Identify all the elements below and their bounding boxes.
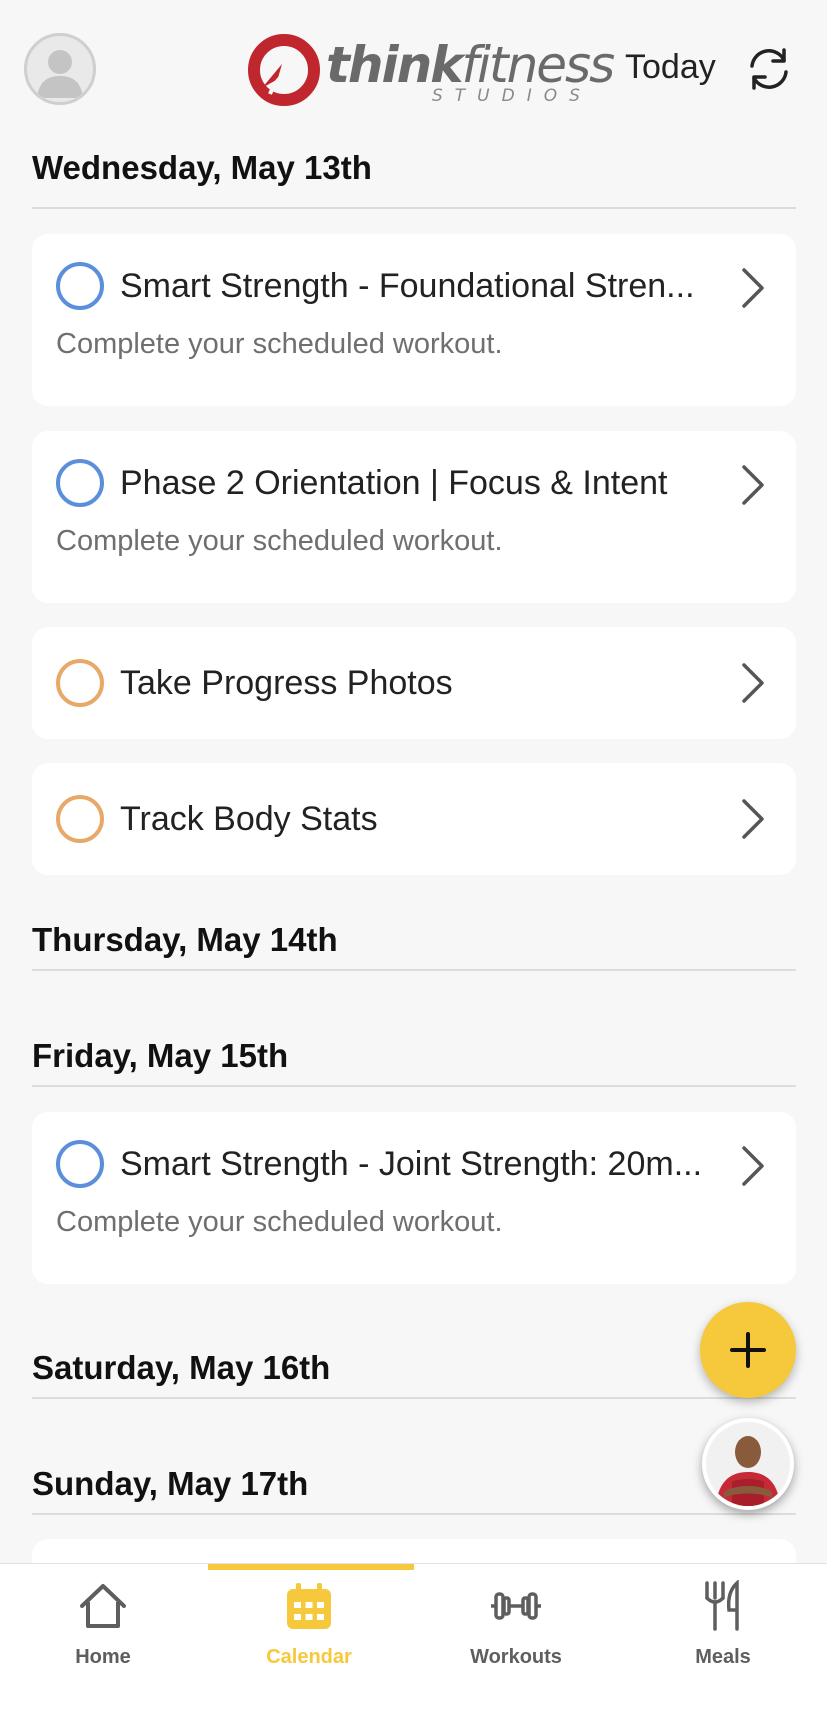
workout-card[interactable]: Phase 2 Orientation | Focus & Intent Com…: [32, 431, 796, 603]
day-title: Wednesday, May 13th: [32, 149, 372, 186]
fork-knife-icon: [705, 1580, 739, 1631]
workout-card[interactable]: Smart Strength - Joint Strength: 20m... …: [32, 1112, 796, 1284]
active-tab-indicator: [208, 1564, 414, 1570]
logo-mark-icon: [248, 34, 320, 106]
card-title: Take Progress Photos: [120, 664, 453, 702]
calendar-icon: [287, 1583, 331, 1629]
app-header: thinkfitness STUDIOS Today: [0, 0, 827, 135]
chevron-right-icon: [742, 799, 764, 839]
day-header: Sunday, May 17th: [32, 1439, 796, 1515]
today-button[interactable]: Today: [625, 48, 716, 87]
day-header: Thursday, May 14th: [32, 895, 796, 971]
dumbbell-icon: [491, 1592, 541, 1620]
brand-logo: thinkfitness STUDIOS: [248, 30, 615, 110]
day-header: Wednesday, May 13th: [32, 135, 796, 209]
workout-card[interactable]: Smart Strength - Foundational Stren... C…: [32, 234, 796, 406]
add-button[interactable]: [700, 1302, 796, 1398]
bottom-tab-bar: Home Calendar Workouts Meals: [0, 1563, 827, 1719]
day-title: Friday, May 15th: [32, 1037, 289, 1074]
coach-avatar-image: [706, 1422, 790, 1506]
status-ring-icon[interactable]: [56, 795, 104, 843]
card-subtitle: Complete your scheduled workout.: [56, 525, 503, 557]
tab-workouts[interactable]: Workouts: [413, 1564, 619, 1719]
plus-icon: [730, 1332, 766, 1368]
chevron-right-icon: [742, 465, 764, 505]
day-title: Saturday, May 16th: [32, 1349, 331, 1386]
tab-label: Meals: [695, 1646, 751, 1668]
tab-home[interactable]: Home: [0, 1564, 206, 1719]
profile-avatar[interactable]: [24, 33, 96, 105]
day-header: Friday, May 15th: [32, 1011, 796, 1087]
status-ring-icon[interactable]: [56, 1140, 104, 1188]
tab-label: Calendar: [266, 1646, 352, 1668]
chevron-right-icon: [742, 663, 764, 703]
status-ring-icon[interactable]: [56, 262, 104, 310]
user-avatar-icon: [37, 50, 83, 98]
status-ring-icon[interactable]: [56, 659, 104, 707]
day-title: Sunday, May 17th: [32, 1465, 309, 1502]
chevron-right-icon: [742, 268, 764, 308]
refresh-icon[interactable]: [744, 44, 794, 94]
day-title: Thursday, May 14th: [32, 921, 338, 958]
tab-label: Workouts: [470, 1646, 562, 1668]
card-title: Smart Strength - Joint Strength: 20m...: [120, 1145, 703, 1183]
card-title: Smart Strength - Foundational Stren...: [120, 267, 695, 305]
card-title: Track Body Stats: [120, 800, 378, 838]
status-ring-icon[interactable]: [56, 459, 104, 507]
tab-meals[interactable]: Meals: [620, 1564, 826, 1719]
task-card[interactable]: Take Progress Photos: [32, 627, 796, 739]
chevron-right-icon: [742, 1146, 764, 1186]
coach-avatar[interactable]: [702, 1418, 794, 1510]
logo-subtitle: STUDIOS: [432, 86, 592, 106]
card-subtitle: Complete your scheduled workout.: [56, 1206, 503, 1238]
task-card[interactable]: Track Body Stats: [32, 763, 796, 875]
tab-calendar[interactable]: Calendar: [206, 1564, 414, 1719]
tab-label: Home: [75, 1646, 131, 1668]
card-title: Phase 2 Orientation | Focus & Intent: [120, 464, 668, 502]
day-header: Saturday, May 16th: [32, 1323, 796, 1399]
card-subtitle: Complete your scheduled workout.: [56, 328, 503, 360]
home-icon: [80, 1584, 126, 1628]
